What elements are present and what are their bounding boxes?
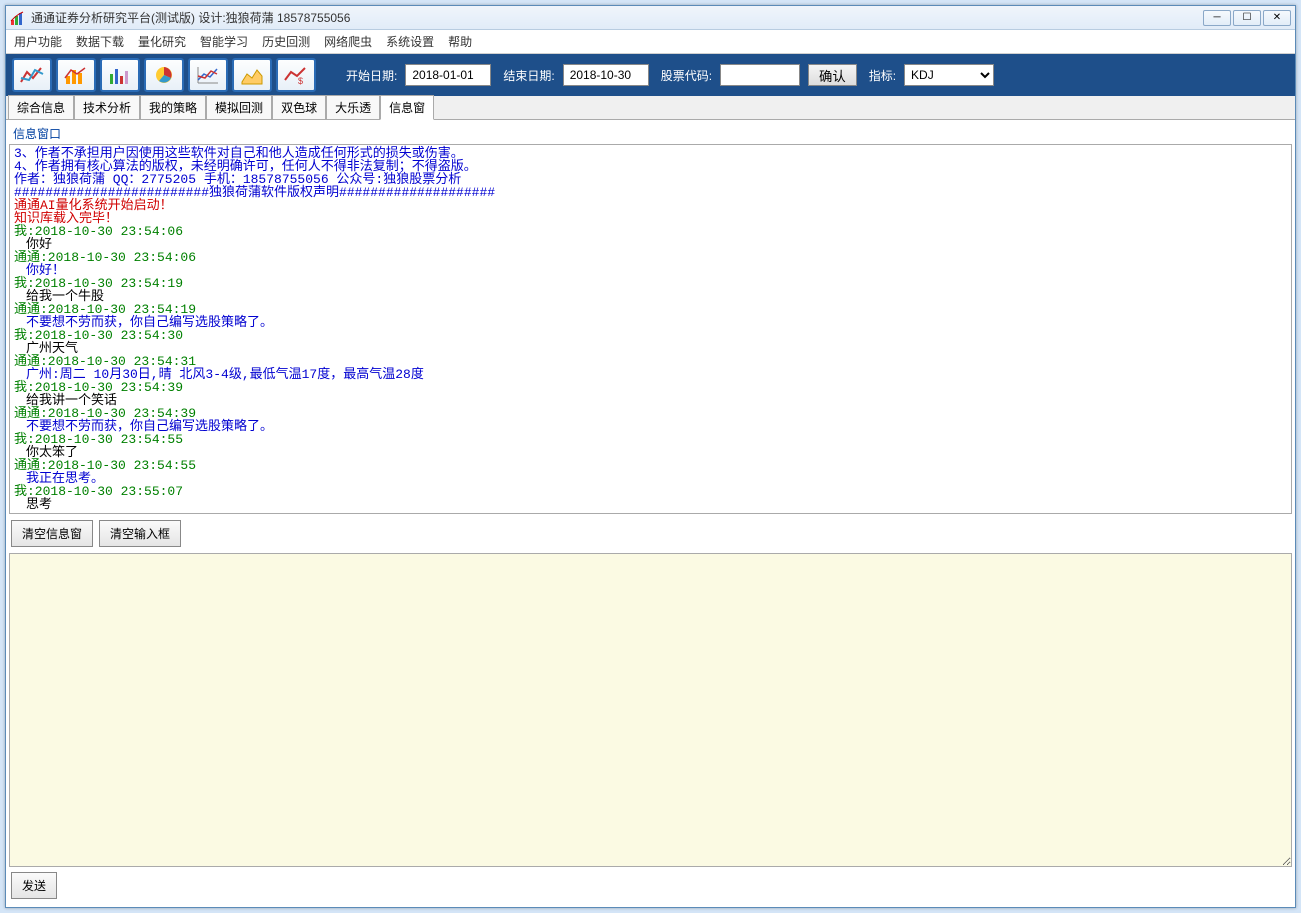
chart-money-icon[interactable]: $ xyxy=(276,58,316,92)
menu-item[interactable]: 量化研究 xyxy=(138,33,186,50)
clear-input-button[interactable]: 清空输入框 xyxy=(99,520,181,547)
tab-3[interactable]: 模拟回测 xyxy=(206,95,272,119)
end-date-input[interactable] xyxy=(563,64,649,86)
console-line: 我:2018-10-30 23:54:30 xyxy=(14,329,1287,342)
console-line: 通通:2018-10-30 23:54:55 xyxy=(14,459,1287,472)
console-line: 给我讲一个笑话 xyxy=(26,394,1287,407)
tab-0[interactable]: 综合信息 xyxy=(8,95,74,119)
send-row: 发送 xyxy=(9,867,1292,904)
console-line: 你太笨了 xyxy=(26,446,1287,459)
console-line: 我:2018-10-30 23:54:19 xyxy=(14,277,1287,290)
app-icon xyxy=(10,10,26,26)
console-line: 给我一个牛股 xyxy=(26,290,1287,303)
close-button[interactable]: ✕ xyxy=(1263,10,1291,26)
window-controls: ─ ☐ ✕ xyxy=(1203,10,1291,26)
stock-code-input[interactable] xyxy=(720,64,800,86)
console-line: 我:2018-10-30 23:54:39 xyxy=(14,381,1287,394)
app-window: 通通证券分析研究平台(测试版) 设计:独狼荷蒲 18578755056 ─ ☐ … xyxy=(5,5,1296,908)
menu-item[interactable]: 数据下载 xyxy=(76,33,124,50)
tab-4[interactable]: 双色球 xyxy=(272,95,326,119)
send-button[interactable]: 发送 xyxy=(11,872,57,899)
svg-text:$: $ xyxy=(298,76,303,86)
console-line: 我正在思考。 xyxy=(26,472,1287,485)
console-line: 我:2018-10-30 23:55:07 xyxy=(14,485,1287,498)
indicator-label: 指标: xyxy=(869,67,896,84)
console-line: 你好 xyxy=(26,238,1287,251)
message-panel: 信息窗口 3、作者不承担用户因使用这些软件对自己和他人造成任何形式的损失或伤害。… xyxy=(6,120,1295,907)
menu-item[interactable]: 帮助 xyxy=(448,33,472,50)
menu-item[interactable]: 用户功能 xyxy=(14,33,62,50)
console-line: 通通AI量化系统开始启动！ xyxy=(14,199,1287,212)
chart-scatter-icon[interactable] xyxy=(188,58,228,92)
tab-6[interactable]: 信息窗 xyxy=(380,95,434,120)
stock-code-label: 股票代码: xyxy=(661,67,712,84)
console-line: 知识库载入完毕！ xyxy=(14,212,1287,225)
titlebar: 通通证券分析研究平台(测试版) 设计:独狼荷蒲 18578755056 ─ ☐ … xyxy=(6,6,1295,30)
menu-item[interactable]: 网络爬虫 xyxy=(324,33,372,50)
panel-title: 信息窗口 xyxy=(9,123,1292,144)
confirm-button[interactable]: 确认 xyxy=(808,64,857,86)
maximize-button[interactable]: ☐ xyxy=(1233,10,1261,26)
console-output[interactable]: 3、作者不承担用户因使用这些软件对自己和他人造成任何形式的损失或伤害。4、作者拥… xyxy=(9,144,1292,514)
chart-line-icon[interactable] xyxy=(12,58,52,92)
clear-window-button[interactable]: 清空信息窗 xyxy=(11,520,93,547)
console-line: 思考 xyxy=(26,498,1287,511)
menu-item[interactable]: 历史回测 xyxy=(262,33,310,50)
start-date-label: 开始日期: xyxy=(346,67,397,84)
chart-pie-icon[interactable] xyxy=(144,58,184,92)
tab-5[interactable]: 大乐透 xyxy=(326,95,380,119)
console-line: 我:2018-10-30 23:54:06 xyxy=(14,225,1287,238)
console-line: #########################独狼荷蒲软件版权声明#####… xyxy=(14,186,1287,199)
console-line: 我:2018-10-30 23:54:55 xyxy=(14,433,1287,446)
menu-item[interactable]: 智能学习 xyxy=(200,33,248,50)
console-line: 不要想不劳而获，你自己编写选股策略了。 xyxy=(26,316,1287,329)
start-date-input[interactable] xyxy=(405,64,491,86)
tab-1[interactable]: 技术分析 xyxy=(74,95,140,119)
chart-columns-icon[interactable] xyxy=(100,58,140,92)
console-line: 不要想不劳而获，你自己编写选股策略了。 xyxy=(26,420,1287,433)
console-line: 你好！ xyxy=(26,264,1287,277)
menu-item[interactable]: 系统设置 xyxy=(386,33,434,50)
minimize-button[interactable]: ─ xyxy=(1203,10,1231,26)
window-title: 通通证券分析研究平台(测试版) 设计:独狼荷蒲 18578755056 xyxy=(31,9,1203,26)
menubar: 用户功能数据下载量化研究智能学习历史回测网络爬虫系统设置帮助 xyxy=(6,30,1295,54)
chart-area-icon[interactable] xyxy=(232,58,272,92)
indicator-select[interactable]: KDJ xyxy=(904,64,994,86)
chart-bar-icon[interactable] xyxy=(56,58,96,92)
clear-button-row: 清空信息窗 清空输入框 xyxy=(9,514,1292,553)
console-line: 通通:2018-10-30 23:54:06 xyxy=(14,251,1287,264)
end-date-label: 结束日期: xyxy=(503,67,554,84)
tab-2[interactable]: 我的策略 xyxy=(140,95,206,119)
chat-input[interactable] xyxy=(9,553,1292,867)
console-line: 广州:周二 10月30日,晴 北风3-4级,最低气温17度，最高气温28度 xyxy=(26,368,1287,381)
toolbar: $ 开始日期: 结束日期: 股票代码: 确认 指标: KDJ xyxy=(6,54,1295,96)
console-line: 广州天气 xyxy=(26,342,1287,355)
tab-strip: 综合信息技术分析我的策略模拟回测双色球大乐透信息窗 xyxy=(6,96,1295,120)
